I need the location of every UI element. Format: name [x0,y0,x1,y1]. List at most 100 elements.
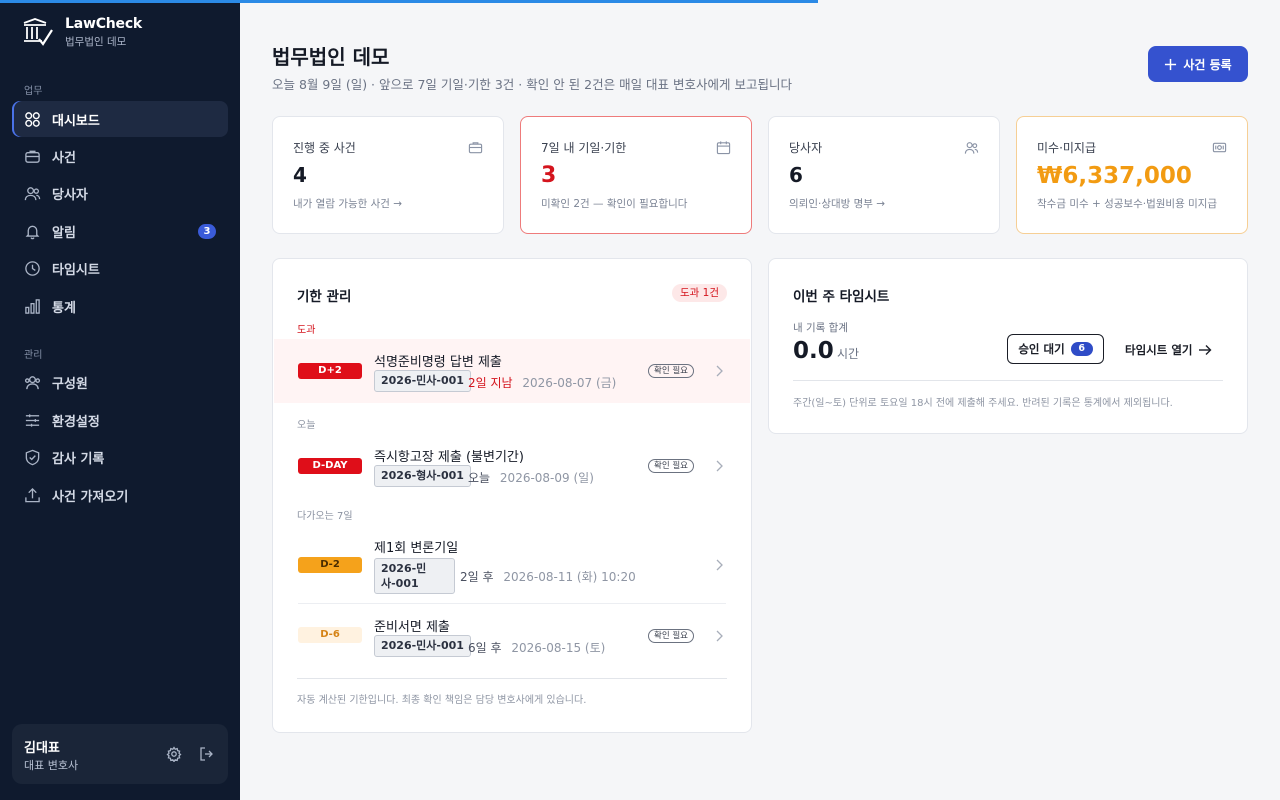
case-number-chip[interactable]: 2026-민사-001 [374,635,471,657]
sidebar-item-timesheet[interactable]: 타임시트 [12,250,228,286]
stat-value: 3 [541,163,557,188]
register-case-button[interactable]: 사건 등록 [1148,46,1248,82]
relative-date: 2일 지남 [468,376,513,390]
register-case-label: 사건 등록 [1183,57,1232,72]
shield-check-icon [25,449,40,465]
brand[interactable]: LawCheck 법무법인 데모 [22,16,142,49]
stat-value: 4 [293,163,307,187]
nav-section-work: 업무 [24,86,43,97]
team-icon [24,375,41,389]
deadline-title: 준비서면 제출 [374,620,450,635]
stat-label: 미수·미지급 [1037,141,1097,155]
timesheet-note: 주간(일~토) 단위로 토요일 18시 전에 제출해 주세요. 반려된 기록은 … [793,398,1173,409]
user-name: 김대표 [24,741,60,756]
chevron-right-icon [716,460,723,472]
timesheet-panel-title: 이번 주 타임시트 [793,289,890,305]
open-timesheet-link[interactable]: 타임시트 열기 [1125,342,1212,358]
user-card: 김대표 대표 변호사 [12,724,228,784]
absolute-date: 2026-08-15 (토) [511,641,606,655]
sidebar-item-label: 통계 [52,300,76,316]
absolute-date: 2026-08-11 (화) 10:20 [503,570,636,584]
sidebar-item-cases[interactable]: 사건 [12,138,228,174]
sidebar-item-audit-log[interactable]: 감사 기록 [12,439,228,475]
sidebar-item-label: 환경설정 [52,414,100,430]
case-number-chip[interactable]: 2026-민사-001 [374,370,471,392]
case-number-chip[interactable]: 2026-민사-001 [374,558,455,594]
bar-chart-icon [25,298,40,314]
briefcase-icon [468,142,483,154]
relative-date: 오늘 [468,471,491,485]
arrow-right-icon [1199,345,1212,355]
sidebar-item-label: 사건 가져오기 [52,489,129,505]
chevron-right-icon [716,559,723,571]
pending-approval-count: 6 [1070,342,1093,356]
gear-icon[interactable] [166,746,182,762]
deadline-panel: 기한 관리 도과 1건 도과 D+2 석명준비명령 답변 제출 2026-민사-… [272,258,752,733]
deadline-row[interactable]: D-6 준비서면 제출 2026-민사-001 6일 후 2026-08-15 … [274,605,750,669]
calendar-icon [716,141,731,155]
deadline-row[interactable]: D-2 제1회 변론기일 2026-민사-001 2일 후 2026-08-11… [274,525,750,604]
stat-card-active-cases[interactable]: 진행 중 사건 4 내가 열람 가능한 사건 → [272,116,504,234]
chevron-right-icon [716,630,723,642]
nav-section-admin: 관리 [24,350,43,361]
pending-approval-button[interactable]: 승인 대기 6 [1007,334,1104,364]
deadline-row[interactable]: D+2 석명준비명령 답변 제출 2026-민사-001 2일 지남 2026-… [274,339,750,403]
divider [793,380,1223,381]
absolute-date: 2026-08-07 (금) [522,376,617,390]
relative-date: 2일 후 [460,570,494,584]
deadline-date-meta: 오늘 2026-08-09 (일) [468,469,594,486]
stat-card-parties[interactable]: 당사자 6 의뢰인·상대방 명부 → [768,116,1000,234]
sidebar-item-label: 타임시트 [52,262,100,278]
stat-card-upcoming-deadlines[interactable]: 7일 내 기일·기한 3 미확인 2건 — 확인이 필요합니다 [520,116,752,234]
relative-date: 6일 후 [468,641,502,655]
group-label-overdue: 도과 [297,325,316,336]
grid-icon [25,111,40,127]
sidebar-item-stats[interactable]: 통계 [12,288,228,324]
sliders-icon [25,413,40,427]
deadline-date-meta: 6일 후 2026-08-15 (토) [468,639,605,656]
sidebar-item-members[interactable]: 구성원 [12,364,228,400]
timesheet-total-value: 0.0 [793,338,834,364]
stat-note: 착수금 미수 + 성공보수·법원비용 미지급 [1037,198,1218,210]
deadline-date-meta: 2일 지남 2026-08-07 (금) [468,374,616,391]
briefcase-icon [25,150,40,163]
users-icon [964,142,979,154]
logout-icon[interactable] [198,746,214,762]
group-label-today: 오늘 [297,420,316,431]
sidebar-item-settings[interactable]: 환경설정 [12,402,228,438]
pending-approval-label: 승인 대기 [1018,342,1065,356]
plus-icon [1165,58,1177,70]
stat-label: 7일 내 기일·기한 [541,141,627,155]
sidebar-item-label: 대시보드 [52,113,100,129]
sidebar-item-label: 당사자 [52,187,88,203]
deadline-title: 제1회 변론기일 [374,541,459,556]
sidebar: LawCheck 법무법인 데모 업무 대시보드 사건 당사자 알림 3 타임시… [0,0,240,800]
deadline-row[interactable]: D-DAY 즉시항고장 제출 (불변기간) 2026-형사-001 오늘 202… [274,435,750,499]
open-timesheet-label: 타임시트 열기 [1125,343,1193,357]
user-role: 대표 변호사 [24,759,79,772]
sidebar-item-dashboard[interactable]: 대시보드 [12,101,228,137]
bell-icon [25,225,40,239]
sidebar-item-label: 알림 [52,225,76,241]
dday-badge: D-6 [298,627,362,643]
page-subtitle: 오늘 8월 9일 (일) · 앞으로 7일 기일·기한 3건 · 확인 안 된 … [272,77,792,92]
sidebar-item-alerts[interactable]: 알림 3 [12,213,228,249]
stat-card-receivables[interactable]: 미수·미지급 ₩6,337,000 착수금 미수 + 성공보수·법원비용 미지급 [1016,116,1248,234]
stat-label: 당사자 [789,141,823,155]
sidebar-item-import-cases[interactable]: 사건 가져오기 [12,477,228,513]
courthouse-check-logo-icon [23,17,53,46]
sidebar-item-label: 감사 기록 [52,451,105,467]
deadline-title: 즉시항고장 제출 (불변기간) [374,450,524,465]
upload-icon [25,487,40,502]
timesheet-total-label: 내 기록 합계 [793,322,848,334]
alerts-count-badge: 3 [198,224,216,239]
divider [297,678,727,679]
stat-label: 진행 중 사건 [293,141,356,155]
deadline-date-meta: 2일 후 2026-08-11 (화) 10:20 [460,568,636,585]
chevron-right-icon [716,365,723,377]
dday-badge: D-DAY [298,458,362,474]
case-number-chip[interactable]: 2026-형사-001 [374,465,471,487]
timesheet-total-unit: 시간 [837,347,860,361]
stat-note: 미확인 2건 — 확인이 필요합니다 [541,198,688,210]
sidebar-item-parties[interactable]: 당사자 [12,175,228,211]
